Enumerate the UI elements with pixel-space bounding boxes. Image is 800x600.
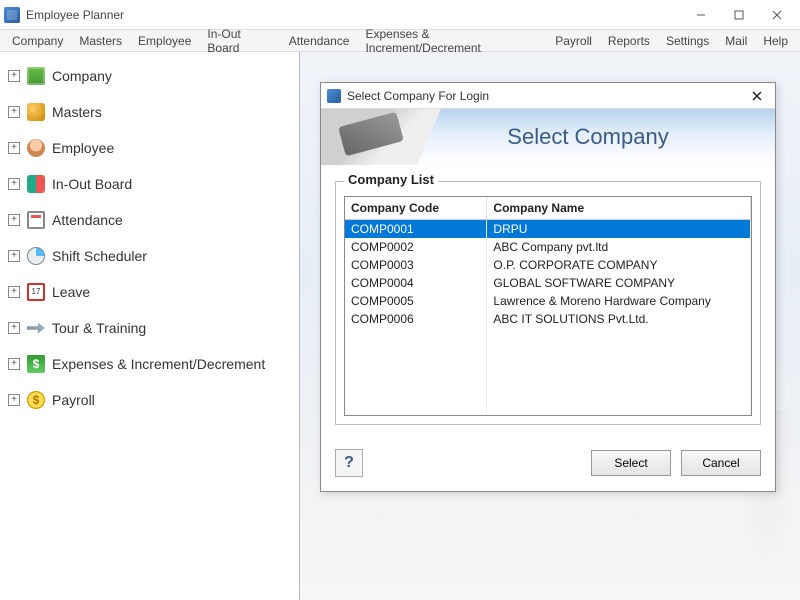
expander-icon[interactable]: + (8, 358, 20, 370)
company-list-group: Company List Company Code Company Name C… (335, 181, 761, 425)
menu-settings[interactable]: Settings (658, 32, 717, 50)
menu-help[interactable]: Help (755, 32, 796, 50)
app-title: Employee Planner (26, 8, 682, 22)
cell-company-name: DRPU (487, 220, 751, 239)
company-icon (26, 66, 46, 86)
col-company-code[interactable]: Company Code (345, 197, 487, 220)
expander-icon[interactable]: + (8, 70, 20, 82)
dialog-close-button[interactable] (745, 86, 769, 106)
expander-icon[interactable]: + (8, 178, 20, 190)
table-row-empty (345, 346, 751, 364)
leave-icon (26, 282, 46, 302)
inout-icon (26, 174, 46, 194)
select-company-dialog: Select Company For Login Select Company … (320, 82, 776, 492)
sidebar-item-label: Expenses & Increment/Decrement (52, 356, 265, 372)
app-icon (4, 7, 20, 23)
sidebar-item-label: Leave (52, 284, 90, 300)
sidebar-item-inout[interactable]: + In-Out Board (4, 166, 295, 202)
table-row-empty (345, 364, 751, 382)
menu-company[interactable]: Company (4, 32, 71, 50)
cell-company-name: Lawrence & Moreno Hardware Company (487, 292, 751, 310)
attendance-icon (26, 210, 46, 230)
sidebar-item-company[interactable]: + Company (4, 58, 295, 94)
menu-employee[interactable]: Employee (130, 32, 199, 50)
cell-company-name: GLOBAL SOFTWARE COMPANY (487, 274, 751, 292)
help-button[interactable]: ? (335, 449, 363, 477)
expander-icon[interactable]: + (8, 286, 20, 298)
sidebar-item-expenses[interactable]: + Expenses & Increment/Decrement (4, 346, 295, 382)
menubar: Company Masters Employee In-Out Board At… (0, 30, 800, 52)
table-row-empty (345, 328, 751, 346)
table-row-empty (345, 400, 751, 416)
menu-masters[interactable]: Masters (71, 32, 130, 50)
table-row[interactable]: COMP0006ABC IT SOLUTIONS Pvt.Ltd. (345, 310, 751, 328)
table-row-empty (345, 382, 751, 400)
sidebar-item-label: In-Out Board (52, 176, 132, 192)
expander-icon[interactable]: + (8, 214, 20, 226)
tour-icon (26, 318, 46, 338)
content-area: Select Company For Login Select Company … (300, 52, 800, 600)
cancel-button[interactable]: Cancel (681, 450, 761, 476)
menu-payroll[interactable]: Payroll (547, 32, 600, 50)
dialog-titlebar: Select Company For Login (321, 83, 775, 109)
banner-title: Select Company (441, 124, 775, 150)
masters-icon (26, 102, 46, 122)
select-button[interactable]: Select (591, 450, 671, 476)
expenses-icon (26, 354, 46, 374)
expander-icon[interactable]: + (8, 250, 20, 262)
menu-reports[interactable]: Reports (600, 32, 658, 50)
dialog-app-icon (327, 89, 341, 103)
minimize-button[interactable] (682, 1, 720, 29)
cell-company-code: COMP0004 (345, 274, 487, 292)
sidebar-item-employee[interactable]: + Employee (4, 130, 295, 166)
cell-company-name: O.P. CORPORATE COMPANY (487, 256, 751, 274)
cell-company-code: COMP0001 (345, 220, 487, 239)
table-row[interactable]: COMP0002ABC Company pvt.ltd (345, 238, 751, 256)
menu-attendance[interactable]: Attendance (281, 32, 358, 50)
sidebar-item-label: Company (52, 68, 112, 84)
expander-icon[interactable]: + (8, 142, 20, 154)
banner-art-icon (321, 109, 441, 165)
sidebar-item-tour[interactable]: + Tour & Training (4, 310, 295, 346)
cell-company-code: COMP0006 (345, 310, 487, 328)
sidebar-item-payroll[interactable]: + Payroll (4, 382, 295, 418)
sidebar-item-masters[interactable]: + Masters (4, 94, 295, 130)
sidebar-item-label: Masters (52, 104, 102, 120)
table-row[interactable]: COMP0004GLOBAL SOFTWARE COMPANY (345, 274, 751, 292)
sidebar-item-label: Payroll (52, 392, 95, 408)
sidebar-item-label: Attendance (52, 212, 123, 228)
expander-icon[interactable]: + (8, 106, 20, 118)
maximize-button[interactable] (720, 1, 758, 29)
group-label: Company List (344, 172, 438, 187)
sidebar-item-shift[interactable]: + Shift Scheduler (4, 238, 295, 274)
cell-company-code: COMP0005 (345, 292, 487, 310)
cell-company-name: ABC Company pvt.ltd (487, 238, 751, 256)
table-row[interactable]: COMP0005Lawrence & Moreno Hardware Compa… (345, 292, 751, 310)
dialog-title: Select Company For Login (347, 89, 745, 103)
col-company-name[interactable]: Company Name (487, 197, 751, 220)
company-table[interactable]: Company Code Company Name COMP0001DRPUCO… (344, 196, 752, 416)
sidebar-item-attendance[interactable]: + Attendance (4, 202, 295, 238)
expander-icon[interactable]: + (8, 394, 20, 406)
close-button[interactable] (758, 1, 796, 29)
sidebar: + Company + Masters + Employee + In-Out … (0, 52, 300, 600)
sidebar-item-label: Shift Scheduler (52, 248, 147, 264)
dialog-banner: Select Company (321, 109, 775, 165)
sidebar-item-label: Tour & Training (52, 320, 146, 336)
payroll-icon (26, 390, 46, 410)
table-row[interactable]: COMP0003O.P. CORPORATE COMPANY (345, 256, 751, 274)
table-row[interactable]: COMP0001DRPU (345, 220, 751, 239)
shift-icon (26, 246, 46, 266)
cell-company-name: ABC IT SOLUTIONS Pvt.Ltd. (487, 310, 751, 328)
expander-icon[interactable]: + (8, 322, 20, 334)
cell-company-code: COMP0003 (345, 256, 487, 274)
sidebar-item-label: Employee (52, 140, 114, 156)
menu-mail[interactable]: Mail (717, 32, 755, 50)
sidebar-item-leave[interactable]: + Leave (4, 274, 295, 310)
employee-icon (26, 138, 46, 158)
cell-company-code: COMP0002 (345, 238, 487, 256)
